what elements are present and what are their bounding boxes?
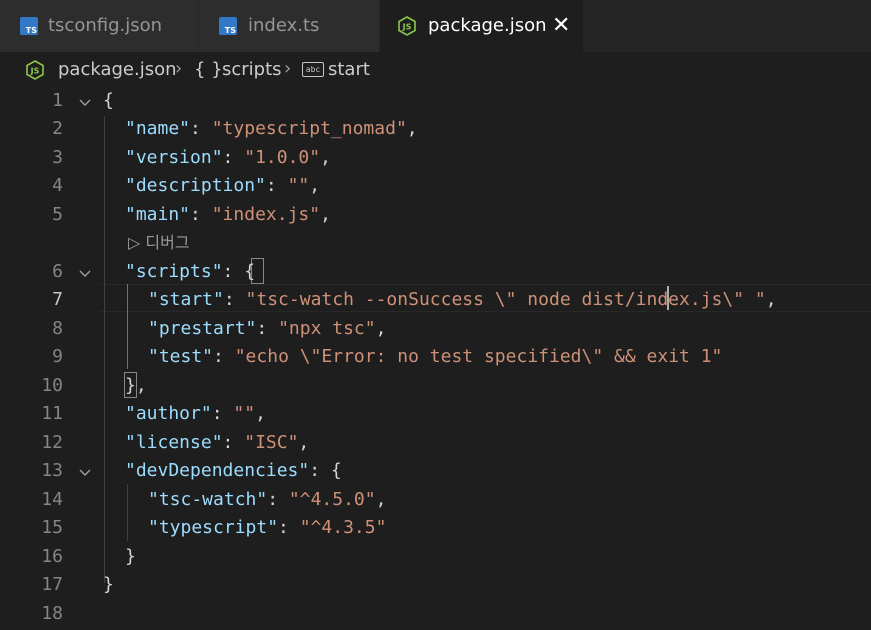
indent-guide	[127, 484, 128, 541]
indent-guide-active	[127, 284, 128, 369]
line-number: 14	[41, 489, 63, 510]
tab-tsconfig[interactable]: tsconfig.json	[0, 0, 199, 52]
line-number: 6	[52, 261, 63, 282]
line-number: 13	[41, 460, 63, 481]
code-line-12: "license": "ISC",	[125, 432, 310, 453]
chevron-down-icon[interactable]	[78, 466, 92, 480]
typescript-icon	[219, 17, 237, 35]
breadcrumb: JS package.json › { } scripts › abc star…	[0, 52, 871, 88]
code-line-3: "version": "1.0.0",	[125, 147, 331, 168]
code-line-14: "tsc-watch": "^4.5.0",	[148, 489, 387, 510]
tab-label: tsconfig.json	[48, 15, 163, 36]
code-line-9: "test": "echo \"Error: no test specified…	[148, 346, 723, 367]
braces-icon: { }	[194, 59, 223, 80]
line-number: 4	[52, 175, 63, 196]
breadcrumb-scripts[interactable]: scripts	[222, 59, 282, 80]
tab-bar: tsconfig.json index.ts JS package.json ✕	[0, 0, 871, 52]
line-number: 17	[41, 574, 63, 595]
code-line-7: "start": "tsc-watch --onSuccess \" node …	[148, 289, 777, 310]
code-line-10: },	[125, 375, 147, 396]
chevron-down-icon[interactable]	[78, 96, 92, 110]
line-number-current: 7	[52, 289, 63, 310]
line-number: 5	[52, 204, 63, 225]
svg-text:JS: JS	[30, 67, 40, 76]
line-number: 3	[52, 147, 63, 168]
code-line-6: "scripts": {	[125, 261, 256, 282]
code-editor[interactable]: 1 2 3 4 5 6 7 8 9 10 11 12 13 14 15 16 1…	[0, 88, 871, 630]
chevron-down-icon[interactable]	[78, 267, 92, 281]
typescript-icon	[20, 17, 38, 35]
debug-codelens[interactable]: ▷ 디버그	[128, 229, 190, 253]
line-number: 16	[41, 546, 63, 567]
code-line-1: {	[103, 90, 114, 111]
line-number: 2	[52, 118, 63, 139]
code-line-13: "devDependencies": {	[125, 460, 342, 481]
code-line-4: "description": "",	[125, 175, 321, 196]
code-line-8: "prestart": "npx tsc",	[148, 318, 387, 339]
code-line-17: }	[103, 574, 114, 595]
code-line-5: "main": "index.js",	[125, 204, 331, 225]
nodejs-icon: JS	[398, 16, 416, 36]
breadcrumb-file[interactable]: package.json	[58, 59, 177, 80]
indent-guide	[104, 116, 105, 583]
line-number: 18	[41, 603, 63, 624]
code-line-15: "typescript": "^4.3.5"	[148, 517, 387, 538]
chevron-right-icon: ›	[175, 58, 183, 79]
breadcrumb-start[interactable]: start	[328, 59, 370, 80]
tab-label: index.ts	[248, 15, 320, 36]
code-line-2: "name": "typescript_nomad",	[125, 118, 418, 139]
line-number: 15	[41, 517, 63, 538]
tab-label: package.json	[428, 15, 547, 36]
code-line-16: }	[125, 546, 136, 567]
nodejs-icon: JS	[26, 60, 44, 80]
svg-text:JS: JS	[402, 23, 412, 32]
chevron-right-icon: ›	[284, 58, 292, 79]
line-number: 11	[41, 403, 63, 424]
line-number: 10	[41, 375, 63, 396]
line-number: 1	[52, 90, 63, 111]
line-number: 8	[52, 318, 63, 339]
text-cursor	[667, 286, 669, 310]
close-icon[interactable]: ✕	[552, 13, 570, 38]
tab-package-json[interactable]: JS package.json ✕	[380, 0, 584, 52]
tab-index-ts[interactable]: index.ts	[199, 0, 380, 52]
code-line-11: "author": "",	[125, 403, 266, 424]
line-number: 9	[52, 346, 63, 367]
line-number: 12	[41, 432, 63, 453]
string-symbol-icon: abc	[302, 62, 324, 77]
